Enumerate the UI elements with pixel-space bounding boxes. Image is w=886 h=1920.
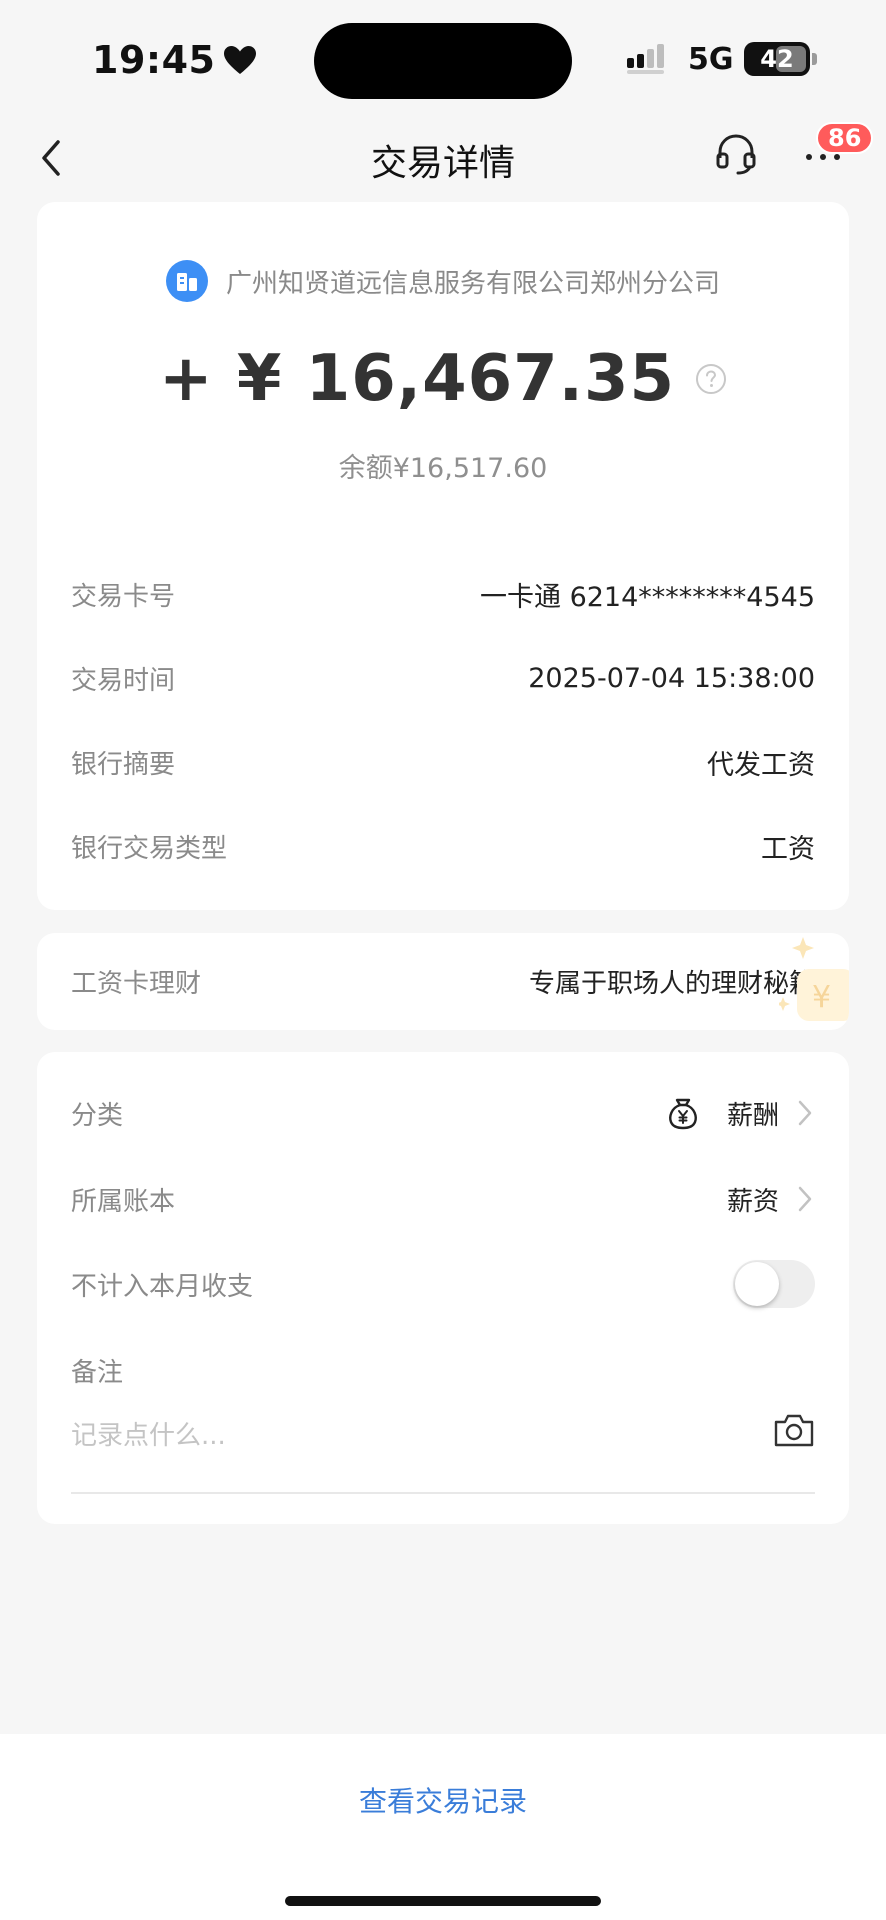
dynamic-island (314, 23, 572, 99)
detail-label: 银行摘要 (71, 749, 176, 780)
exclude-row: 不计入本月收支 (71, 1259, 815, 1309)
detail-value: 一卡通 6214********4545 (479, 581, 815, 613)
promo-label: 工资卡理财 (71, 969, 202, 999)
category-label: 分类 (71, 1100, 124, 1131)
detail-row-summary: 银行摘要 代发工资 (71, 742, 815, 782)
detail-label: 银行交易类型 (71, 833, 228, 864)
promo-value: 专属于职场人的理财秘籍 (528, 969, 815, 999)
detail-label: 交易卡号 (71, 581, 176, 612)
customer-service-icon[interactable] (714, 132, 758, 176)
notification-badge: 86 (816, 122, 874, 154)
detail-value: 工资 (761, 833, 815, 865)
merchant-name: 广州知贤道远信息服务有限公司郑州分公司 (225, 268, 720, 299)
book-label: 所属账本 (71, 1186, 176, 1217)
exclude-toggle[interactable] (733, 1260, 815, 1308)
chevron-right-icon (798, 1186, 812, 1212)
status-bar: 19:45 5G 42 (0, 0, 886, 120)
detail-label: 交易时间 (71, 665, 176, 696)
money-bag-icon (669, 1098, 697, 1130)
chevron-right-icon (798, 1100, 812, 1126)
bottom-bar: 查看交易记录 (0, 1734, 886, 1920)
category-row[interactable]: 分类 薪酬 (71, 1088, 815, 1138)
category-selector[interactable]: 薪酬 (665, 1095, 815, 1132)
book-value: 薪资 (726, 1186, 779, 1217)
balance-value: ¥16,517.60 (392, 453, 548, 484)
note-divider (71, 1492, 815, 1494)
toggle-knob (735, 1262, 779, 1306)
merchant: 广州知贤道远信息服务有限公司郑州分公司 (37, 260, 849, 302)
signal-icon (627, 44, 664, 74)
building-icon (165, 260, 208, 302)
heart-icon (224, 46, 257, 74)
detail-value: 代发工资 (707, 749, 815, 781)
promo-card[interactable]: 工资卡理财 专属于职场人的理财秘籍 ¥ (37, 933, 849, 1030)
book-selector[interactable]: 薪资 (727, 1181, 815, 1218)
note-row: 备注 (71, 1345, 815, 1395)
network-label: 5G (688, 42, 734, 77)
battery-icon: 42 (744, 42, 810, 76)
note-input[interactable] (71, 1411, 731, 1461)
question-icon[interactable] (695, 363, 727, 395)
nav-bar: 交易详情 (0, 120, 886, 196)
category-value: 薪酬 (726, 1100, 779, 1131)
battery-level: 42 (760, 45, 794, 73)
detail-value: 2025-07-04 15:38:00 (528, 662, 815, 694)
view-records-link[interactable]: 查看交易记录 (0, 1780, 886, 1820)
battery-cap (812, 53, 817, 65)
balance: 余额¥16,517.60 (37, 446, 849, 485)
detail-row-card-number: 交易卡号 一卡通 6214********4545 (71, 574, 815, 614)
amount-row: + ¥ 16,467.35 (37, 342, 849, 416)
camera-icon[interactable] (773, 1412, 815, 1448)
detail-row-time: 交易时间 2025-07-04 15:38:00 (71, 658, 815, 698)
home-indicator (285, 1896, 601, 1906)
coin-sparkle-icon: ¥ (779, 937, 849, 1021)
svg-text:¥: ¥ (812, 980, 831, 1015)
transaction-card: 广州知贤道远信息服务有限公司郑州分公司 + ¥ 16,467.35 余额¥16,… (37, 202, 849, 910)
balance-label: 余额 (338, 453, 393, 484)
settings-card: 分类 薪酬 所属账本 薪资 不计入本月收支 备注 (37, 1052, 849, 1524)
clock-text: 19:45 (92, 38, 216, 82)
transaction-amount: + ¥ 16,467.35 (158, 342, 676, 416)
book-row[interactable]: 所属账本 薪资 (71, 1174, 815, 1224)
exclude-label: 不计入本月收支 (71, 1271, 254, 1302)
note-label: 备注 (71, 1357, 124, 1388)
detail-row-type: 银行交易类型 工资 (71, 826, 815, 866)
status-time: 19:45 (92, 38, 257, 82)
